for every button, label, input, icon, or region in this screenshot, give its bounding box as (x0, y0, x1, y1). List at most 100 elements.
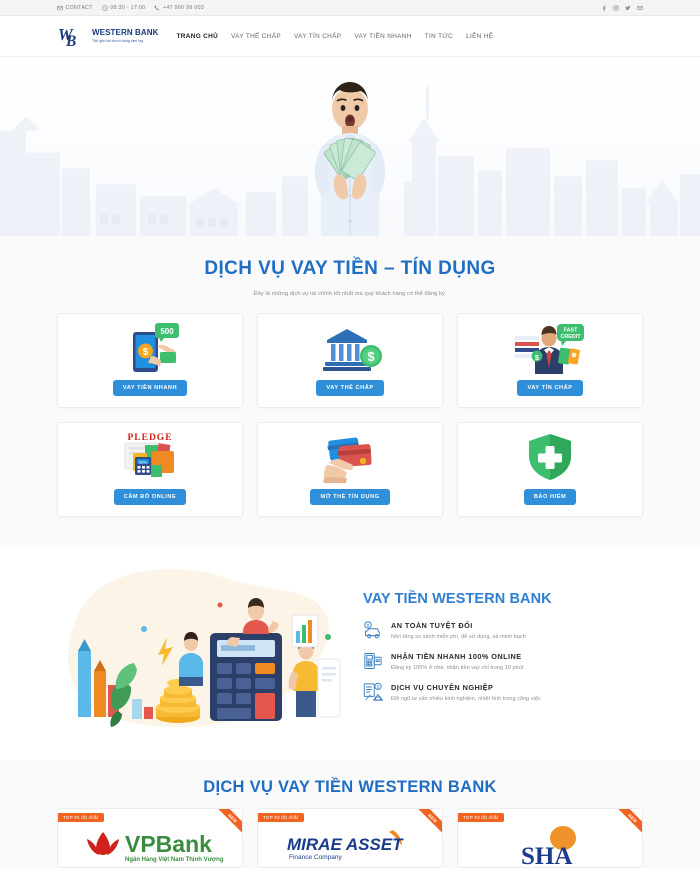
services-subtitle: Đây là những dịch vụ tài chính tốt nhất … (253, 291, 447, 297)
new-ribbon: NEW (616, 809, 642, 835)
bank-card[interactable]: TOP #1 tốt nhất NEW VPBank Ngân Hàng Việ… (57, 808, 243, 868)
nav-item-lien-he[interactable]: LIÊN HỆ (466, 33, 493, 40)
shield-cross-icon (513, 429, 587, 485)
mail-icon[interactable] (637, 5, 643, 11)
vpbank-logo: VPBank Ngân Hàng Việt Nam Thịnh Vượng (58, 825, 242, 867)
service-button[interactable]: BẢO HIỂM (523, 489, 577, 505)
service-button[interactable]: CẦM ĐỒ ONLINE (113, 489, 187, 505)
instagram-icon[interactable] (613, 4, 619, 11)
logo-title: WESTERN BANK (92, 28, 159, 37)
sha-logo: SHA (458, 825, 642, 867)
svg-text:$: $ (367, 622, 370, 627)
feature-text: AN TOÀN TUYỆT ĐỐI Nền tảng so sánh miễn … (391, 620, 526, 640)
social-links (601, 4, 643, 11)
hero-banner (0, 56, 700, 236)
service-card[interactable]: PLEDGE 50% CẦM ĐỒ ONLINE (57, 422, 243, 517)
services-title: DỊCH VỤ VAY TIỀN – TÍN DỤNG (204, 258, 496, 279)
logo-wordmark: WESTERN BANK Thế giới tài chính trong tầ… (92, 29, 159, 43)
hours-text: 08:30 - 17:00 (110, 4, 146, 11)
services-section: DỊCH VỤ VAY TIỀN – TÍN DỤNG Đây là những… (0, 236, 700, 545)
bank-card[interactable]: TOP #2 tốt nhất NEW MIRAE ASSET Finance … (257, 808, 443, 868)
svg-text:500: 500 (160, 327, 174, 336)
new-ribbon-label: NEW (416, 809, 442, 835)
new-ribbon-label: NEW (216, 809, 242, 835)
phone-text: +47 900 99 003 (162, 4, 205, 11)
feature-text: NHẬN TIỀN NHANH 100% ONLINE Đăng ký 100%… (391, 651, 523, 671)
opening-hours: 08:30 - 17:00 (102, 5, 146, 11)
facebook-icon[interactable] (601, 5, 607, 11)
feature-item: NHẬN TIỀN NHANH 100% ONLINE Đăng ký 100%… (363, 651, 643, 671)
new-ribbon: NEW (416, 809, 442, 835)
new-ribbon: NEW (216, 809, 242, 835)
svg-text:CREDIT: CREDIT (560, 334, 581, 340)
svg-text:MIRAE ASSET: MIRAE ASSET (287, 835, 404, 854)
feature-heading: AN TOÀN TUYỆT ĐỐI (391, 620, 473, 630)
logo-tagline: Thế giới tài chính trong tầm tay (92, 38, 144, 43)
mirae-asset-logo: MIRAE ASSET Finance Company (258, 825, 442, 867)
bank-dollar-icon: $ (313, 320, 387, 376)
nav-item-tin-tuc[interactable]: TIN TỨC (425, 33, 453, 40)
svg-text:SHA: SHA (521, 843, 572, 866)
finance-calculator-illustration (57, 559, 347, 744)
top-bar-info: CONTACT 08:30 - 17:00 +47 900 99 003 (57, 5, 601, 11)
service-card[interactable]: FAST CREDIT $ VAY TÍN CHẤP (457, 313, 643, 408)
nav-item-trang-chu[interactable]: TRANG CHỦ (177, 33, 219, 40)
svg-text:$: $ (377, 684, 380, 689)
svg-text:FAST: FAST (564, 328, 578, 334)
service-card[interactable]: BẢO HIỂM (457, 422, 643, 517)
svg-text:$: $ (367, 349, 375, 364)
feature-description: Nền tảng so sánh miễn phí, dễ sử dụng, v… (391, 633, 526, 640)
feature-item: $ DỊCH VỤ CHUYÊN NGHIỆP Đội ngũ tư vấn n… (363, 682, 643, 702)
nav-item-vay-tien-nhanh[interactable]: VAY TIỀN NHANH (354, 33, 411, 40)
svg-text:B: B (65, 33, 76, 49)
envelope-icon (57, 5, 63, 11)
feature-heading: NHẬN TIỀN NHANH 100% ONLINE (391, 651, 522, 661)
document-house-icon: $ (363, 682, 383, 702)
bank-rank-badge: TOP #1 tốt nhất (58, 813, 105, 822)
wb-monogram-icon: W B (57, 23, 89, 49)
features-section: VAY TIỀN WESTERN BANK $ AN TOÀN TUYỆT ĐỐ… (0, 545, 700, 760)
svg-text:50%: 50% (139, 460, 147, 465)
contact-link[interactable]: CONTACT (57, 5, 93, 11)
hand-credit-card-icon (313, 429, 387, 485)
feature-description: Đội ngũ tư vấn nhiều kinh nghiệm, nhiệt … (391, 695, 541, 702)
service-card[interactable]: $ 500 VAY TIỀN NHANH (57, 313, 243, 408)
bank-rank-badge: TOP #2 tốt nhất (258, 813, 305, 822)
nav-item-vay-the-chap[interactable]: VAY THẾ CHẤP (231, 33, 281, 40)
service-card[interactable]: $ VAY THẾ CHẤP (257, 313, 443, 408)
svg-text:Ngân Hàng Việt Nam Thịnh Vượng: Ngân Hàng Việt Nam Thịnh Vượng (125, 857, 224, 863)
twitter-icon[interactable] (625, 5, 631, 11)
service-button[interactable]: VAY THẾ CHẤP (316, 380, 384, 396)
service-button[interactable]: MỞ THẺ TÍN DỤNG (310, 489, 390, 505)
hero-person-photo (275, 71, 425, 236)
bank-card[interactable]: TOP #3 tốt nhất NEW SHA (457, 808, 643, 868)
svg-text:VPBank: VPBank (125, 831, 212, 857)
bank-rank-badge: TOP #3 tốt nhất (458, 813, 505, 822)
bank-services-section: DỊCH VỤ VAY TIỀN WESTERN BANK TOP #1 tốt… (0, 760, 700, 868)
nav-item-vay-tin-chap[interactable]: VAY TÍN CHẤP (294, 33, 341, 40)
fast-credit-man-icon: FAST CREDIT $ (513, 320, 587, 376)
features-content: VAY TIỀN WESTERN BANK $ AN TOÀN TUYỆT ĐỐ… (357, 591, 643, 713)
feature-description: Đăng ký 100% ở nhà, nhận tiền vay chỉ tr… (391, 664, 524, 671)
svg-text:Finance Company: Finance Company (289, 854, 342, 861)
bank-card-grid: TOP #1 tốt nhất NEW VPBank Ngân Hàng Việ… (0, 808, 700, 868)
site-logo[interactable]: W B WESTERN BANK Thế giới tài chính tron… (57, 23, 159, 49)
site-header: W B WESTERN BANK Thế giới tài chính tron… (0, 16, 700, 56)
service-card[interactable]: MỞ THẺ TÍN DỤNG (257, 422, 443, 517)
clock-icon (102, 4, 108, 11)
phone-link[interactable]: +47 900 99 003 (154, 5, 204, 11)
services-card-grid: $ 500 VAY TIỀN NHANH $ VAY THẾ CHẤP FAST… (0, 313, 700, 517)
features-title: VAY TIỀN WESTERN BANK (363, 590, 552, 607)
service-button[interactable]: VAY TIỀN NHANH (112, 380, 188, 396)
svg-text:PLEDGE: PLEDGE (127, 433, 172, 443)
bank-services-title: DỊCH VỤ VAY TIỀN WESTERN BANK (203, 778, 497, 796)
top-bar: CONTACT 08:30 - 17:00 +47 900 99 003 (0, 0, 700, 16)
secure-car-icon: $ (363, 620, 383, 640)
phone-money-icon: $ 500 (113, 320, 187, 376)
feature-item: $ AN TOÀN TUYỆT ĐỐI Nền tảng so sánh miễ… (363, 620, 643, 640)
service-button[interactable]: VAY TÍN CHẤP (517, 380, 583, 396)
contact-label: CONTACT (65, 4, 93, 11)
feature-text: DỊCH VỤ CHUYÊN NGHIỆP Đội ngũ tư vấn nhi… (391, 682, 541, 702)
phone-icon (154, 5, 160, 11)
atm-machine-icon (363, 651, 383, 671)
